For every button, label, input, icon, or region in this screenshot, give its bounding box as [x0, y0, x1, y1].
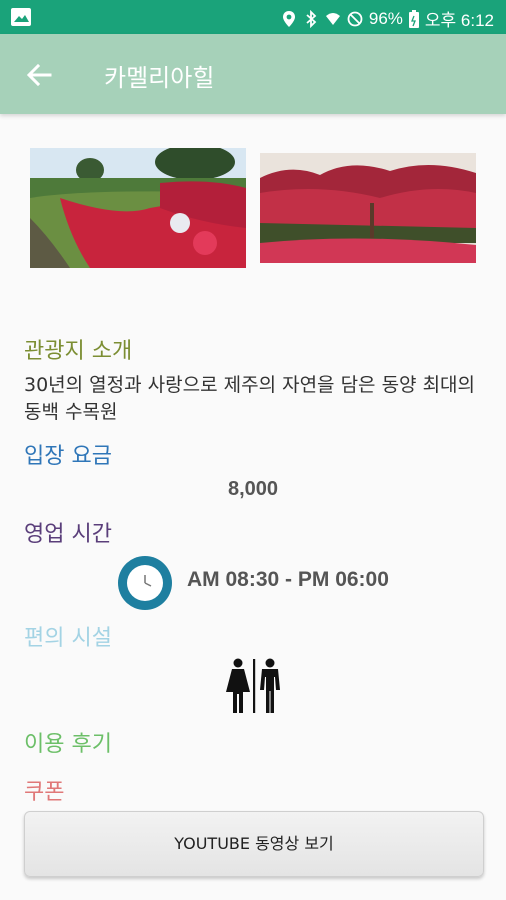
clock-icon: [118, 556, 172, 610]
arrow-left-icon[interactable]: [22, 58, 56, 92]
intro-heading: 관광지 소개: [24, 339, 133, 364]
battery-icon: [408, 9, 419, 28]
battery-percent: 96%: [368, 8, 403, 28]
status-bar: 96% 오후 6:12: [0, 0, 506, 34]
fee-heading: 입장 요금: [24, 444, 112, 469]
hours-heading: 영업 시간: [24, 522, 112, 547]
location-icon: [282, 10, 295, 27]
app-toolbar: 카멜리아힐: [0, 34, 506, 114]
clock-time: 오후 6:12: [424, 11, 494, 30]
intro-text: 30년의 열정과 사랑으로 제주의 자연을 담은 동양 최대의 동백 수목원: [24, 374, 476, 423]
wifi-icon: [325, 12, 340, 25]
image-icon: [11, 8, 31, 26]
facilities-heading: 편의 시설: [24, 626, 112, 651]
hours-value: AM 08:30 - PM 06:00: [187, 568, 389, 591]
fee-value: 8,000: [227, 478, 279, 500]
coupon-heading[interactable]: 쿠폰: [24, 774, 64, 806]
dnd-icon: [347, 11, 363, 26]
review-heading[interactable]: 이용 후기: [24, 726, 112, 758]
youtube-video-button[interactable]: YOUTUBE 동영상 보기: [24, 811, 484, 877]
restroom-icon: [226, 658, 280, 713]
bluetooth-icon: [306, 9, 317, 28]
garden-photo-2: [260, 153, 476, 263]
garden-photo-1: [30, 148, 246, 268]
page-title: 카멜리아힐: [104, 64, 215, 92]
